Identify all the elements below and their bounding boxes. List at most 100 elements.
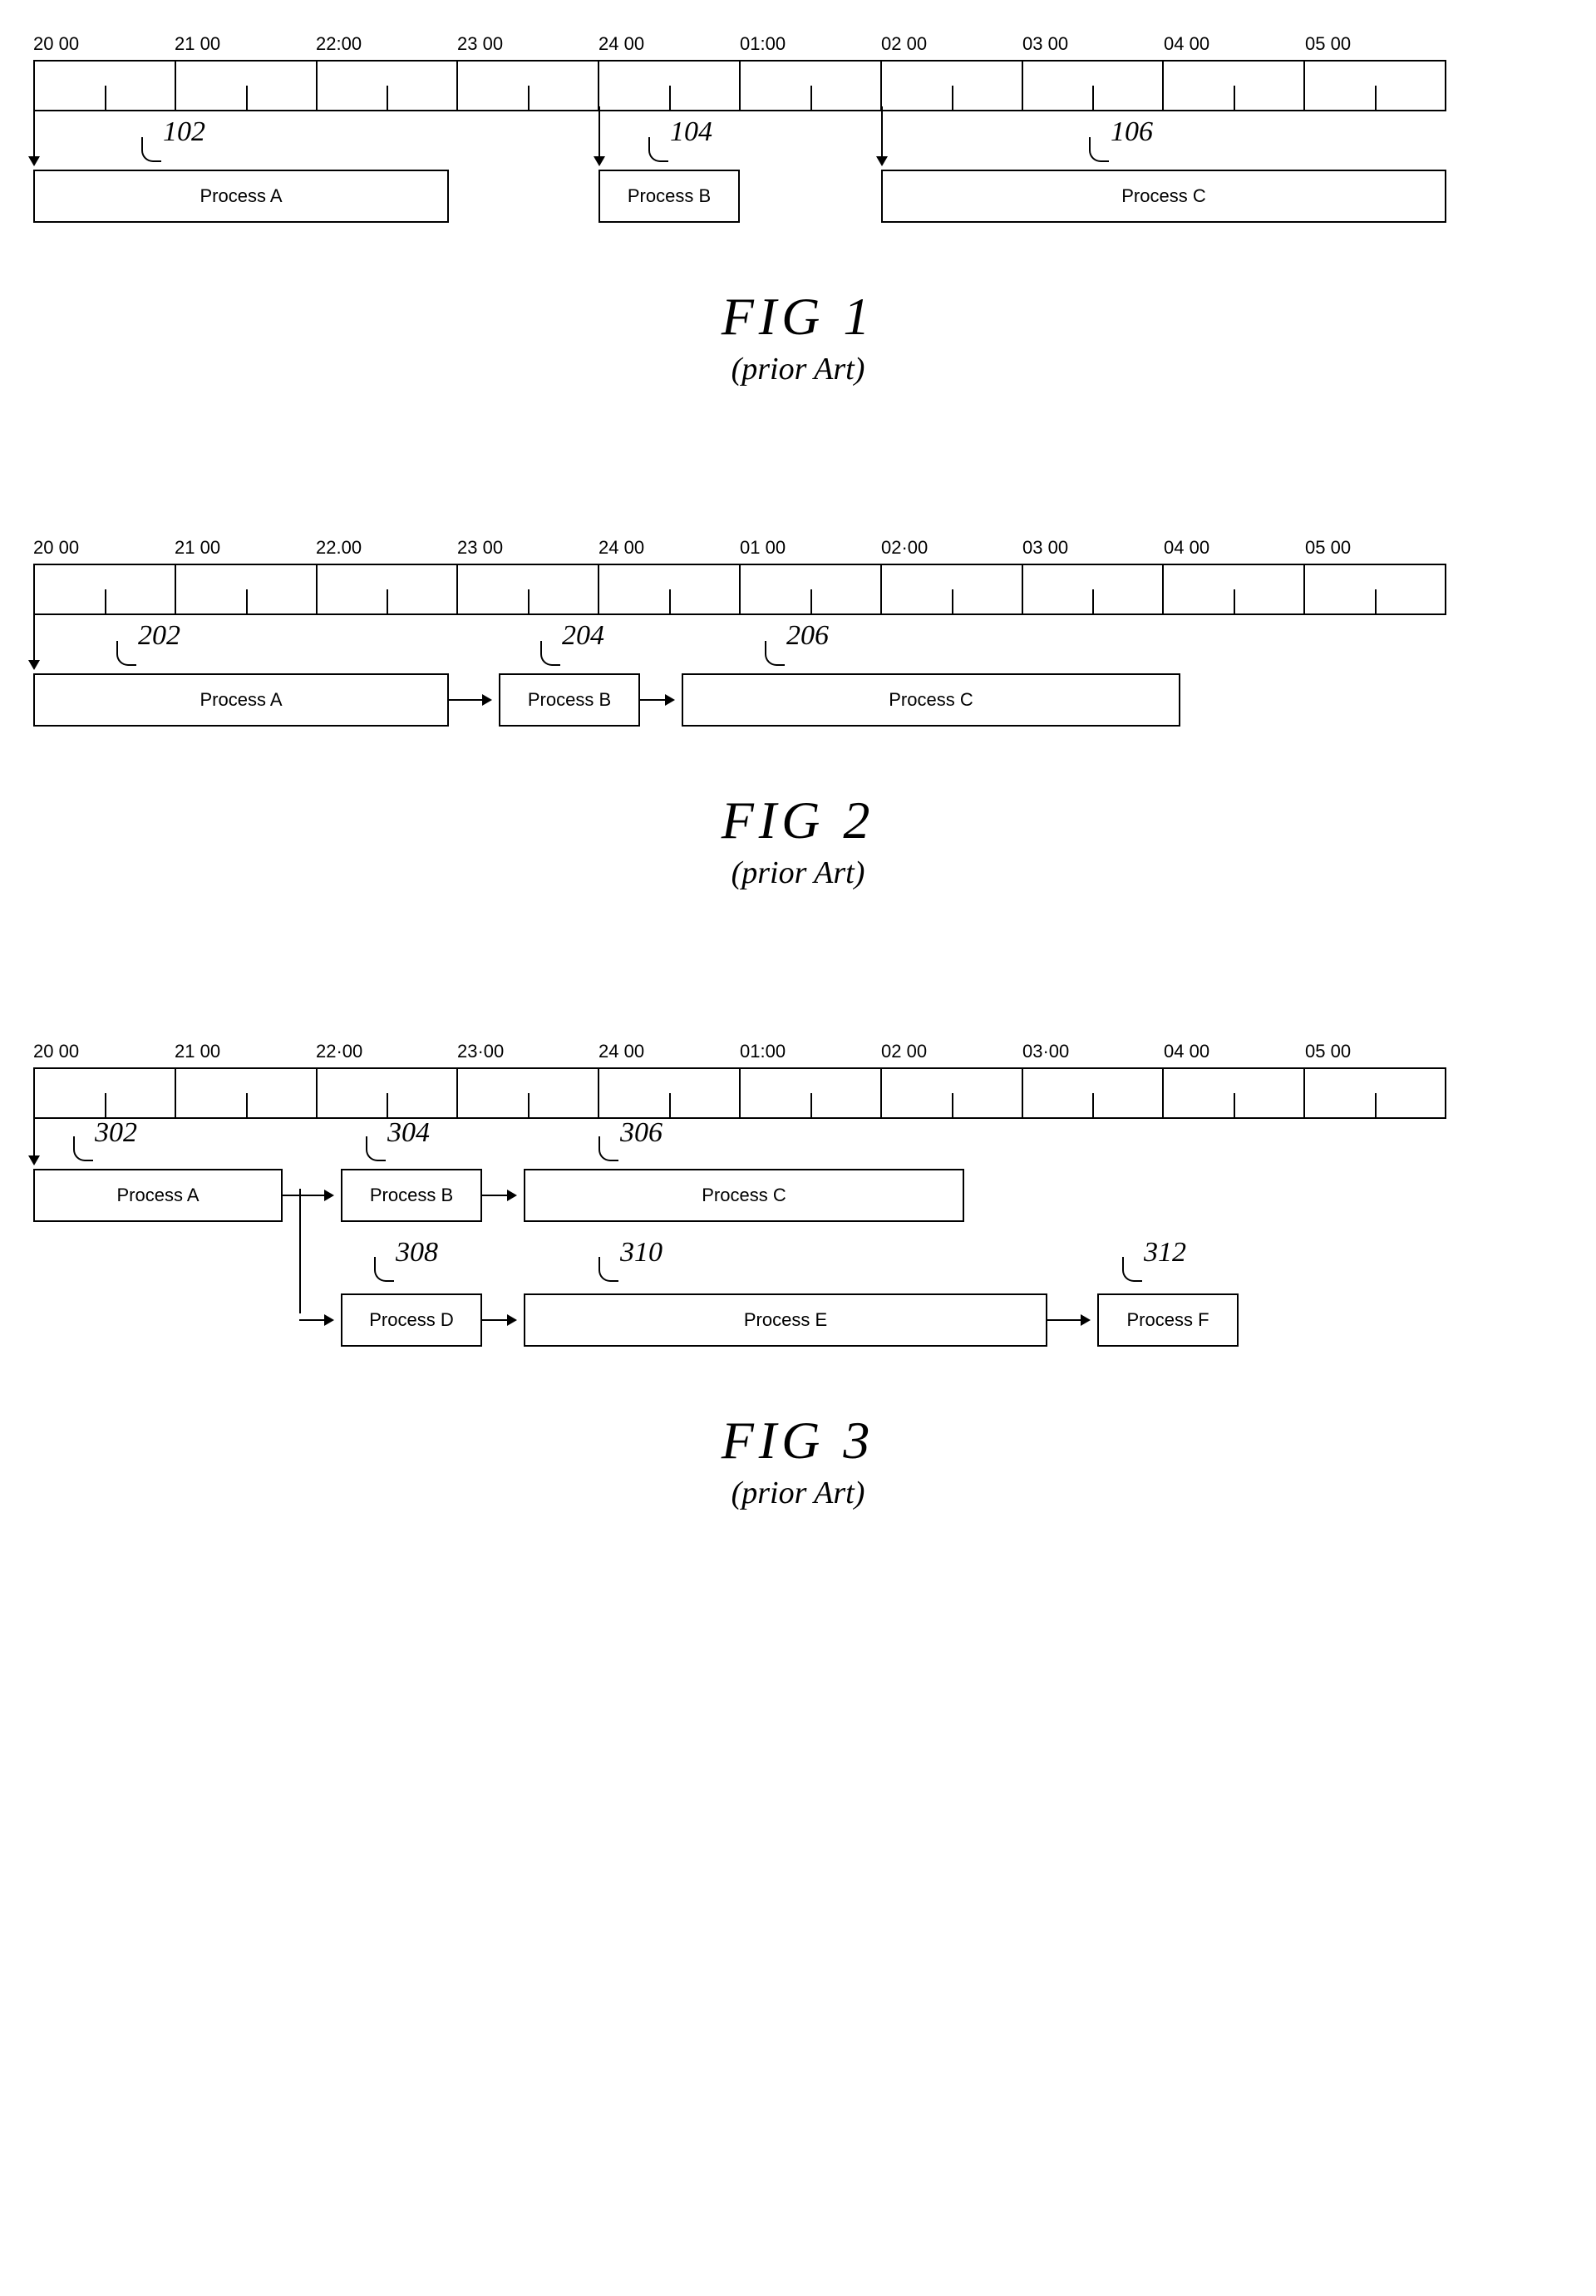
callout-hook-icon	[598, 1257, 618, 1282]
timeline-3: 20 00 21 00 22·00 23·00 24 00 01:00 02 0…	[33, 1041, 1446, 1352]
tick-label: 04 00	[1164, 1041, 1305, 1067]
tick-label: 02·00	[881, 537, 1022, 564]
tick-label: 03 00	[1022, 537, 1164, 564]
process-a-box: Process A	[33, 1169, 283, 1222]
tick-label: 23 00	[457, 537, 598, 564]
arrow-down-icon	[33, 1114, 35, 1164]
arrow-right-icon	[482, 1319, 515, 1321]
tick-label: 24 00	[598, 537, 740, 564]
figure-caption: FIG 3 (prior Art)	[33, 1410, 1563, 1511]
callout-hook-icon	[1089, 137, 1109, 162]
callout-hook-icon	[141, 137, 161, 162]
tick-label: 01:00	[740, 33, 881, 60]
figure-subtitle: (prior Art)	[33, 351, 1563, 387]
tick-label: 03 00	[1022, 33, 1164, 60]
tick-label: 21 00	[175, 33, 316, 60]
process-c-box: Process C	[682, 673, 1180, 727]
arrow-right-icon	[283, 1195, 332, 1196]
figure-title: FIG 3	[33, 1410, 1563, 1471]
tick-label: 03·00	[1022, 1041, 1164, 1067]
tick-label: 20 00	[33, 1041, 175, 1067]
process-row-1: Process A Process B Process C	[33, 1169, 1446, 1227]
tick-label: 23 00	[457, 33, 598, 60]
process-d-box: Process D	[341, 1293, 482, 1347]
tick-label: 05 00	[1305, 537, 1446, 564]
process-e-box: Process E	[524, 1293, 1047, 1347]
arrow-right-icon	[1047, 1319, 1089, 1321]
tick-label: 01:00	[740, 1041, 881, 1067]
arrow-right-icon	[299, 1319, 332, 1321]
process-row-2: Process D Process E Process F	[33, 1293, 1446, 1352]
time-labels: 20 00 21 00 22:00 23 00 24 00 01:00 02 0…	[33, 33, 1446, 60]
process-b-box: Process B	[598, 170, 740, 223]
time-scale	[33, 564, 1446, 615]
tick-label: 22:00	[316, 33, 457, 60]
process-a-box: Process A	[33, 170, 449, 223]
tick-label: 04 00	[1164, 33, 1305, 60]
tick-label: 02 00	[881, 1041, 1022, 1067]
ref-102: 102	[163, 116, 205, 148]
tick-label: 22·00	[316, 1041, 457, 1067]
arrow-down-icon	[881, 106, 883, 165]
figure-1: 20 00 21 00 22:00 23 00 24 00 01:00 02 0…	[33, 33, 1563, 387]
callout-hook-icon	[366, 1136, 386, 1161]
arrow-right-icon	[482, 1195, 515, 1196]
figure-3: 20 00 21 00 22·00 23·00 24 00 01:00 02 0…	[33, 1041, 1563, 1511]
ref-312: 312	[1144, 1237, 1186, 1269]
tick-label: 02 00	[881, 33, 1022, 60]
ref-106: 106	[1111, 116, 1153, 148]
ref-304: 304	[387, 1117, 430, 1149]
figure-caption: FIG 1 (prior Art)	[33, 286, 1563, 387]
tick-label: 24 00	[598, 33, 740, 60]
arrow-right-icon	[449, 699, 490, 701]
ref-310: 310	[620, 1237, 663, 1269]
process-a-box: Process A	[33, 673, 449, 727]
tick-label: 01 00	[740, 537, 881, 564]
callout-hook-icon	[374, 1257, 394, 1282]
callout-hook-icon	[1122, 1257, 1142, 1282]
callout-hook-icon	[598, 1136, 618, 1161]
process-row: Process A Process B Process C	[33, 673, 1446, 732]
callout-hook-icon	[765, 641, 785, 666]
figure-subtitle: (prior Art)	[33, 855, 1563, 891]
figure-title: FIG 2	[33, 790, 1563, 851]
callout-hook-icon	[116, 641, 136, 666]
arrow-down-icon	[33, 106, 35, 165]
time-labels: 20 00 21 00 22·00 23·00 24 00 01:00 02 0…	[33, 1041, 1446, 1067]
arrow-down-icon	[33, 610, 35, 668]
callout-hook-icon	[540, 641, 560, 666]
ref-202: 202	[138, 620, 180, 652]
tick-label: 05 00	[1305, 1041, 1446, 1067]
time-scale	[33, 1067, 1446, 1119]
figure-caption: FIG 2 (prior Art)	[33, 790, 1563, 891]
tick-label: 21 00	[175, 1041, 316, 1067]
figure-subtitle: (prior Art)	[33, 1475, 1563, 1511]
process-f-box: Process F	[1097, 1293, 1239, 1347]
process-c-box: Process C	[524, 1169, 964, 1222]
process-b-box: Process B	[499, 673, 640, 727]
process-c-box: Process C	[881, 170, 1446, 223]
ref-306: 306	[620, 1117, 663, 1149]
ref-104: 104	[670, 116, 712, 148]
tick-label: 20 00	[33, 537, 175, 564]
figure-title: FIG 1	[33, 286, 1563, 347]
tick-label: 21 00	[175, 537, 316, 564]
tick-label: 04 00	[1164, 537, 1305, 564]
process-b-box: Process B	[341, 1169, 482, 1222]
arrow-down-icon	[598, 106, 600, 165]
ref-206: 206	[786, 620, 829, 652]
tick-label: 20 00	[33, 33, 175, 60]
callout-hook-icon	[73, 1136, 93, 1161]
figure-2: 20 00 21 00 22.00 23 00 24 00 01 00 02·0…	[33, 537, 1563, 891]
arrow-right-icon	[640, 699, 673, 701]
ref-308: 308	[396, 1237, 438, 1269]
ref-302: 302	[95, 1117, 137, 1149]
tick-label: 23·00	[457, 1041, 598, 1067]
callout-hook-icon	[648, 137, 668, 162]
ref-204: 204	[562, 620, 604, 652]
tick-label: 22.00	[316, 537, 457, 564]
time-labels: 20 00 21 00 22.00 23 00 24 00 01 00 02·0…	[33, 537, 1446, 564]
time-scale	[33, 60, 1446, 111]
tick-label: 05 00	[1305, 33, 1446, 60]
process-row: Process A Process B Process C	[33, 170, 1446, 228]
